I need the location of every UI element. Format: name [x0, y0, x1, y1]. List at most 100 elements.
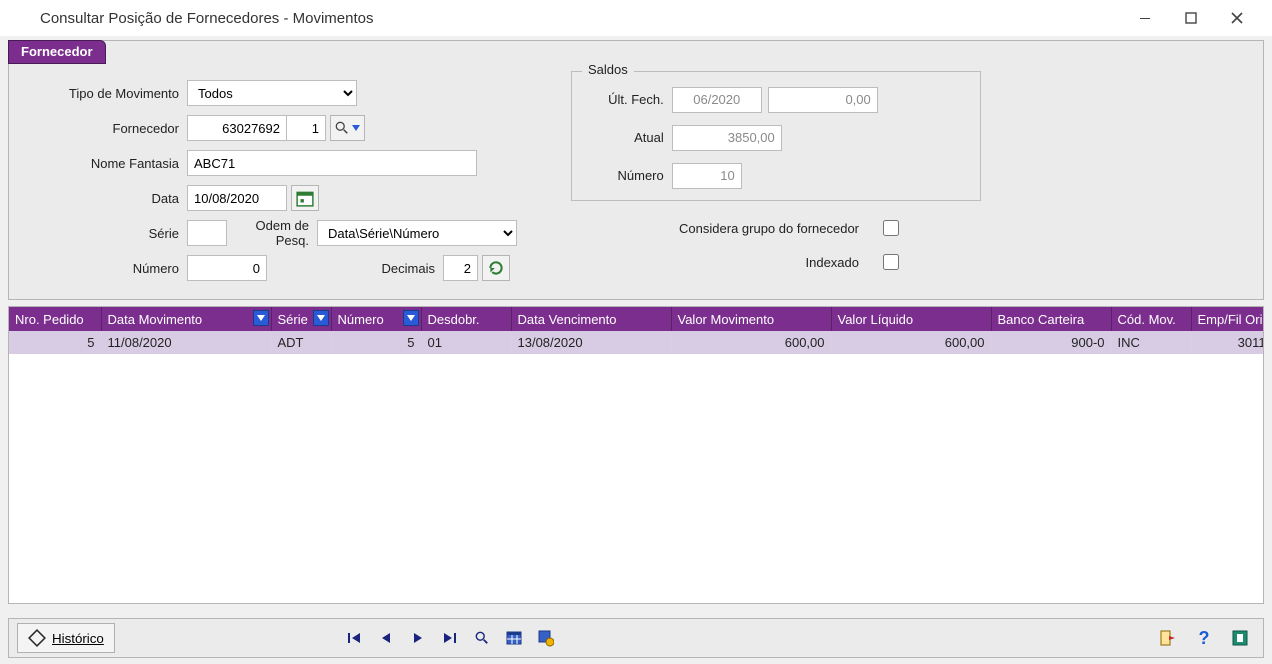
- maximize-button[interactable]: [1168, 3, 1214, 33]
- grid-icon: [506, 629, 522, 647]
- decimais-input[interactable]: [443, 255, 478, 281]
- footer-toolbar: Histórico: [8, 618, 1264, 658]
- export-icon: [538, 629, 554, 647]
- nome-fantasia-input[interactable]: [187, 150, 477, 176]
- next-icon: [411, 631, 425, 645]
- chevron-down-icon: [352, 125, 360, 131]
- atual-label: Atual: [582, 130, 672, 145]
- col-nro-pedido[interactable]: Nro. Pedido: [9, 307, 101, 331]
- refresh-icon: [487, 259, 505, 277]
- exit-button[interactable]: [1153, 623, 1183, 653]
- fornecedor-lookup-button[interactable]: [330, 115, 365, 141]
- cell-cod-mov: INC: [1111, 331, 1191, 354]
- tipo-movimento-label: Tipo de Movimento: [27, 86, 187, 101]
- cell-nro-pedido: 5: [9, 331, 101, 354]
- col-desdobr[interactable]: Desdobr.: [421, 307, 511, 331]
- indexado-label: Indexado: [609, 255, 869, 270]
- historico-label: Histórico: [52, 631, 104, 646]
- search-button[interactable]: [467, 623, 497, 653]
- historico-button[interactable]: Histórico: [17, 623, 115, 653]
- exit-icon: [1160, 629, 1176, 647]
- record-nav: [339, 623, 561, 653]
- next-record-button[interactable]: [403, 623, 433, 653]
- ult-fech-value: [768, 87, 878, 113]
- grid-view-button[interactable]: [499, 623, 529, 653]
- grupo-fornecedor-checkbox[interactable]: [883, 220, 899, 236]
- col-cod-mov[interactable]: Cód. Mov.: [1111, 307, 1191, 331]
- ult-fech-month: [672, 87, 762, 113]
- saldos-numero-value: [672, 163, 742, 189]
- col-banco-carteira[interactable]: Banco Carteira: [991, 307, 1111, 331]
- serie-label: Série: [27, 226, 187, 241]
- col-emp-fil[interactable]: Emp/Fil Orig.: [1191, 307, 1264, 331]
- cell-emp-fil: 30110003: [1191, 331, 1264, 354]
- numero-input[interactable]: [187, 255, 267, 281]
- tab-fornecedor[interactable]: Fornecedor: [8, 40, 106, 64]
- tools-icon: [1232, 629, 1248, 647]
- filter-dropdown-icon[interactable]: [313, 310, 329, 326]
- prev-record-button[interactable]: [371, 623, 401, 653]
- cell-desdobr: 01: [421, 331, 511, 354]
- ordem-pesq-select[interactable]: Data\Série\Número: [317, 220, 517, 246]
- saldos-group: Saldos Últ. Fech. Atual Número: [571, 71, 981, 201]
- diamond-icon: [28, 629, 46, 647]
- help-button[interactable]: ?: [1189, 623, 1219, 653]
- last-record-button[interactable]: [435, 623, 465, 653]
- serie-input[interactable]: [187, 220, 227, 246]
- refresh-button[interactable]: [482, 255, 510, 281]
- tipo-movimento-select[interactable]: Todos: [187, 80, 357, 106]
- cell-data-movimento: 11/08/2020: [101, 331, 271, 354]
- calendar-icon: [296, 189, 314, 207]
- tools-button[interactable]: [1225, 623, 1255, 653]
- window-title: Consultar Posição de Fornecedores - Movi…: [40, 10, 1122, 27]
- fornecedor-seq-input[interactable]: [286, 115, 326, 141]
- close-button[interactable]: [1214, 3, 1260, 33]
- last-icon: [443, 631, 457, 645]
- grid-table[interactable]: Nro. Pedido Data Movimento Série Número …: [9, 307, 1264, 354]
- saldos-numero-label: Número: [582, 168, 672, 183]
- help-icon: ?: [1199, 628, 1210, 649]
- col-data-vencimento[interactable]: Data Vencimento: [511, 307, 671, 331]
- fornecedor-code-input[interactable]: [187, 115, 287, 141]
- footer-right-icons: ?: [1153, 623, 1255, 653]
- prev-icon: [379, 631, 393, 645]
- data-input[interactable]: [187, 185, 287, 211]
- decimais-label: Decimais: [267, 261, 443, 276]
- atual-value: [672, 125, 782, 151]
- cell-data-vencimento: 13/08/2020: [511, 331, 671, 354]
- ordem-pesq-label: Odem de Pesq.: [237, 218, 317, 248]
- grupo-fornecedor-label: Considera grupo do fornecedor: [609, 221, 869, 236]
- cell-serie: ADT: [271, 331, 331, 354]
- results-grid: Nro. Pedido Data Movimento Série Número …: [8, 306, 1264, 604]
- export-button[interactable]: [531, 623, 561, 653]
- col-numero[interactable]: Número: [331, 307, 421, 331]
- cell-valor-movimento: 600,00: [671, 331, 831, 354]
- first-icon: [347, 631, 361, 645]
- filter-dropdown-icon[interactable]: [403, 310, 419, 326]
- search-icon: [335, 121, 349, 135]
- nome-fantasia-label: Nome Fantasia: [27, 156, 187, 171]
- filter-panel: Fornecedor Tipo de Movimento Todos Forne…: [8, 40, 1264, 300]
- filter-dropdown-icon[interactable]: [253, 310, 269, 326]
- col-valor-liquido[interactable]: Valor Líquido: [831, 307, 991, 331]
- indexado-checkbox[interactable]: [883, 254, 899, 270]
- data-label: Data: [27, 191, 187, 206]
- minimize-button[interactable]: [1122, 3, 1168, 33]
- window-controls: [1122, 3, 1260, 33]
- cell-valor-liquido: 600,00: [831, 331, 991, 354]
- fornecedor-label: Fornecedor: [27, 121, 187, 136]
- saldos-title: Saldos: [582, 62, 634, 77]
- cell-banco-carteira: 900-0: [991, 331, 1111, 354]
- first-record-button[interactable]: [339, 623, 369, 653]
- grid-header-row: Nro. Pedido Data Movimento Série Número …: [9, 307, 1264, 331]
- numero-label: Número: [27, 261, 187, 276]
- date-picker-button[interactable]: [291, 185, 319, 211]
- col-serie[interactable]: Série: [271, 307, 331, 331]
- titlebar: Consultar Posição de Fornecedores - Movi…: [0, 0, 1272, 36]
- col-valor-movimento[interactable]: Valor Movimento: [671, 307, 831, 331]
- col-data-movimento[interactable]: Data Movimento: [101, 307, 271, 331]
- table-row[interactable]: 5 11/08/2020 ADT 5 01 13/08/2020 600,00 …: [9, 331, 1264, 354]
- search-icon: [475, 631, 489, 645]
- ult-fech-label: Últ. Fech.: [582, 92, 672, 107]
- cell-numero: 5: [331, 331, 421, 354]
